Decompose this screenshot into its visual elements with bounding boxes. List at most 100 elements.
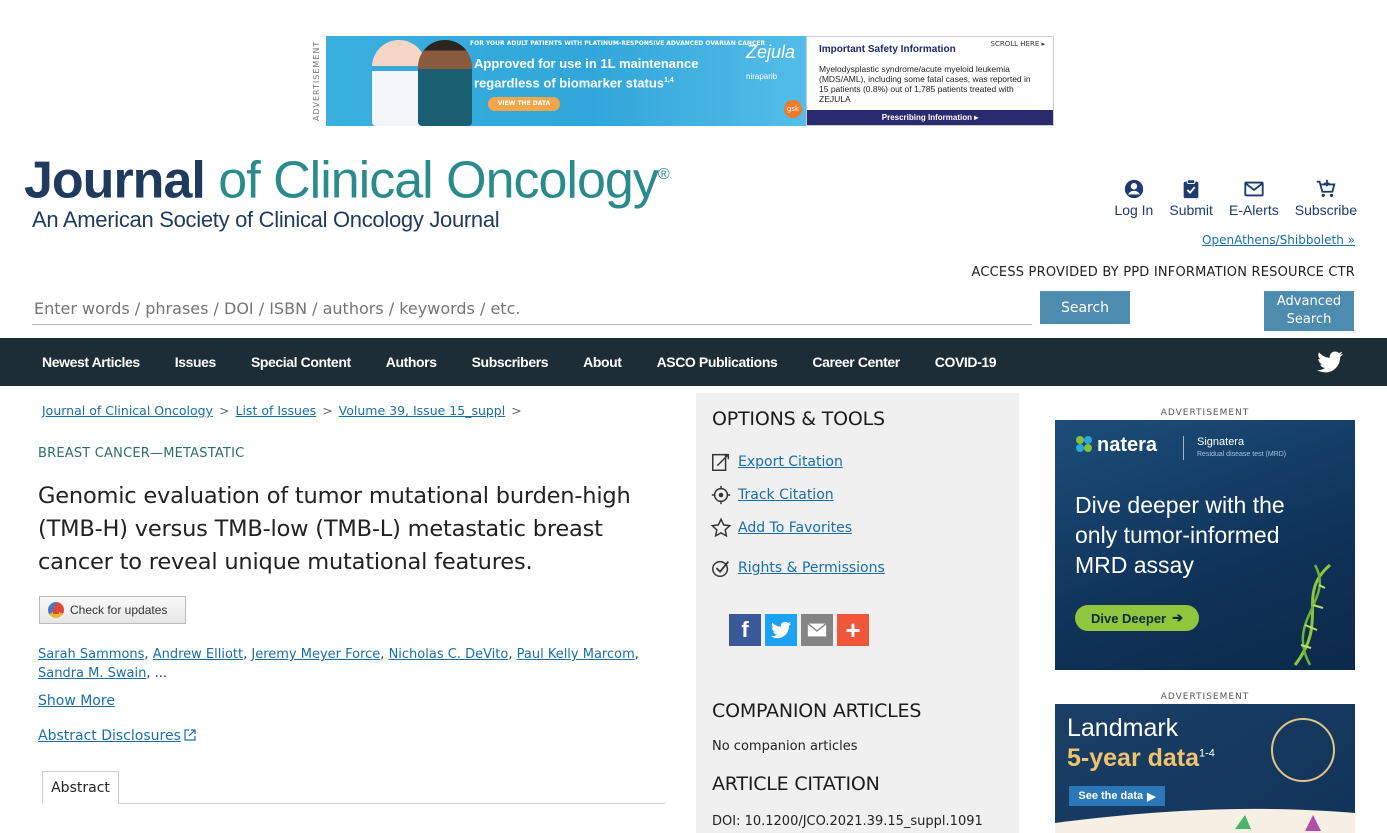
author-link[interactable]: Sandra M. Swain (38, 666, 146, 681)
check-for-updates-button[interactable]: Check for updates (39, 596, 186, 624)
article-citation-title: ARTICLE CITATION (712, 773, 880, 795)
add-to-favorites-link[interactable]: Add To Favorites (710, 517, 852, 539)
authors-ellipsis: ... (154, 666, 168, 681)
breadcrumb-journal[interactable]: Journal of Clinical Oncology (42, 403, 213, 418)
author-link[interactable]: Sarah Sammons (38, 647, 144, 662)
article-doi: DOI: 10.1200/JCO.2021.39.15_suppl.1091 (712, 814, 983, 829)
nav-issues[interactable]: Issues (175, 354, 217, 370)
decorative-wave (1055, 808, 1355, 833)
breadcrumb: Journal of Clinical Oncology > List of Iss… (42, 403, 522, 418)
dive-deeper-button[interactable]: Dive Deeper ➔ (1075, 605, 1199, 631)
twitter-icon (770, 621, 792, 639)
ad-person-image (418, 40, 472, 126)
login-button[interactable]: Log In (1114, 178, 1153, 218)
ad-cta-button[interactable]: VIEW THE DATA (488, 97, 560, 111)
natera-logo: natera (1075, 434, 1157, 457)
main-nav: Newest Articles Issues Special Content A… (0, 338, 1387, 386)
author-link[interactable]: Jeremy Meyer Force (251, 647, 380, 662)
header-actions: Log In Submit E-Alerts Subscribe (1114, 178, 1357, 218)
natera-logo-icon (1076, 436, 1092, 452)
ad-creative[interactable]: FOR YOUR ADULT PATIENTS WITH PLATINUM-RE… (326, 36, 806, 126)
author-link[interactable]: Paul Kelly Marcom (517, 647, 635, 662)
star-icon (710, 517, 732, 538)
facebook-icon[interactable]: f (729, 614, 761, 646)
plus-icon[interactable]: + (837, 614, 869, 646)
clipboard-check-icon (1183, 179, 1199, 199)
ad-label: ADVERTISEMENT (1160, 408, 1250, 418)
article-title: Genomic evaluation of tumor mutational b… (38, 483, 631, 575)
show-more-link[interactable]: Show More (38, 693, 115, 709)
author-list: Sarah Sammons, Andrew Elliott, Jeremy Me… (38, 647, 639, 681)
cart-icon (1316, 179, 1336, 198)
isi-title: Important Safety Information (819, 44, 956, 55)
tab-abstract[interactable]: Abstract (42, 771, 119, 804)
article-category: BREAST CANCER—METASTATIC (38, 446, 245, 461)
ad-headline: Approved for use in 1L maintenance regar… (474, 56, 699, 91)
landmark-line1: Landmark (1067, 714, 1179, 742)
ad-small-line: FOR YOUR ADULT PATIENTS WITH PLATINUM-RE… (470, 40, 765, 47)
target-icon (711, 485, 731, 505)
ad-label: ADVERTISEMENT (1160, 692, 1250, 702)
rights-permissions-link[interactable]: Rights & Permissions (710, 557, 885, 579)
nav-special-content[interactable]: Special Content (251, 354, 351, 370)
search-button[interactable]: Search (1040, 291, 1130, 324)
search-input[interactable] (32, 292, 1032, 325)
author-link[interactable]: Andrew Elliott (153, 647, 243, 662)
breadcrumb-list-of-issues[interactable]: List of Issues (236, 403, 317, 418)
e-alerts-label: E-Alerts (1228, 202, 1279, 218)
top-advertisement[interactable]: ADVERTISEMENT FOR YOUR ADULT PATIENTS WI… (312, 36, 1054, 126)
options-title: OPTIONS & TOOLS (712, 408, 885, 430)
check-circle-icon (712, 560, 730, 577)
e-alerts-button[interactable]: E-Alerts (1229, 178, 1279, 218)
track-citation-link[interactable]: Track Citation (710, 484, 834, 506)
twitter-icon[interactable] (1315, 348, 1345, 376)
dna-helix-image (1293, 563, 1331, 666)
share-buttons: f + (729, 614, 869, 646)
tabs-divider (42, 803, 665, 804)
nav-about[interactable]: About (583, 354, 622, 370)
logo-title: Journal of Clinical Oncology® (24, 151, 670, 210)
companion-articles-empty: No companion articles (712, 739, 858, 754)
user-icon (1124, 179, 1144, 199)
natera-advertisement[interactable]: natera Signatera Residual disease test (… (1055, 420, 1355, 670)
isi-body: Myelodysplastic syndrome/acute myeloid l… (819, 64, 1031, 104)
nav-career-center[interactable]: Career Center (812, 354, 900, 370)
abstract-disclosures-link[interactable]: Abstract Disclosures (38, 728, 196, 744)
landmark-line2: 5-year data1-4 (1067, 744, 1215, 772)
export-citation-link[interactable]: Export Citation (710, 451, 843, 473)
breadcrumb-volume[interactable]: Volume 39, Issue 15_suppl (339, 403, 506, 418)
signatera-sub: Residual disease test (MRD) (1197, 451, 1287, 458)
advanced-search-button[interactable]: Advanced Search (1264, 291, 1354, 331)
companion-articles-title: COMPANION ARTICLES (712, 700, 922, 722)
ad-brand-logo: Zejula niraparib (746, 42, 796, 81)
arrow-right-icon: ➔ (1172, 610, 1184, 625)
twitter-share-icon[interactable] (765, 614, 797, 646)
landmark-advertisement[interactable]: Landmark 5-year data1-4 See the data ▶ (1055, 704, 1355, 833)
login-label: Log In (1114, 202, 1154, 218)
logo-divider (1183, 436, 1184, 460)
gsk-logo: gsk (784, 100, 802, 118)
submit-button[interactable]: Submit (1169, 178, 1213, 218)
isi-scroll-hint[interactable]: SCROLL HERE ▸ (991, 40, 1045, 48)
nav-covid-19[interactable]: COVID-19 (935, 354, 997, 370)
envelope-icon (807, 623, 827, 637)
nav-authors[interactable]: Authors (386, 354, 437, 370)
signatera-label: Signatera (1197, 436, 1245, 448)
journal-logo[interactable]: Journal of Clinical Oncology® An America… (24, 144, 670, 233)
nav-asco-publications[interactable]: ASCO Publications (657, 354, 778, 370)
external-link-icon (184, 729, 196, 741)
openathens-link[interactable]: OpenAthens/Shibboleth » (1202, 233, 1355, 247)
subscribe-label: Subscribe (1294, 202, 1357, 218)
prescribing-info-link[interactable]: Prescribing Information ▸ (807, 110, 1053, 125)
check-for-updates-label: Check for updates (70, 603, 168, 617)
nav-newest-articles[interactable]: Newest Articles (42, 354, 140, 370)
author-link[interactable]: Nicholas C. DeVito (389, 647, 509, 662)
logo-subtitle: An American Society of Clinical Oncology… (32, 207, 500, 233)
submit-label: Submit (1169, 202, 1213, 218)
nav-subscribers[interactable]: Subscribers (472, 354, 549, 370)
options-panel: OPTIONS & TOOLS Export Citation Track Ci… (696, 393, 1019, 833)
crossmark-icon (48, 602, 64, 618)
ad-safety-info[interactable]: Important Safety Information SCROLL HERE… (806, 36, 1054, 126)
email-share-icon[interactable] (801, 614, 833, 646)
subscribe-button[interactable]: Subscribe (1295, 178, 1357, 218)
